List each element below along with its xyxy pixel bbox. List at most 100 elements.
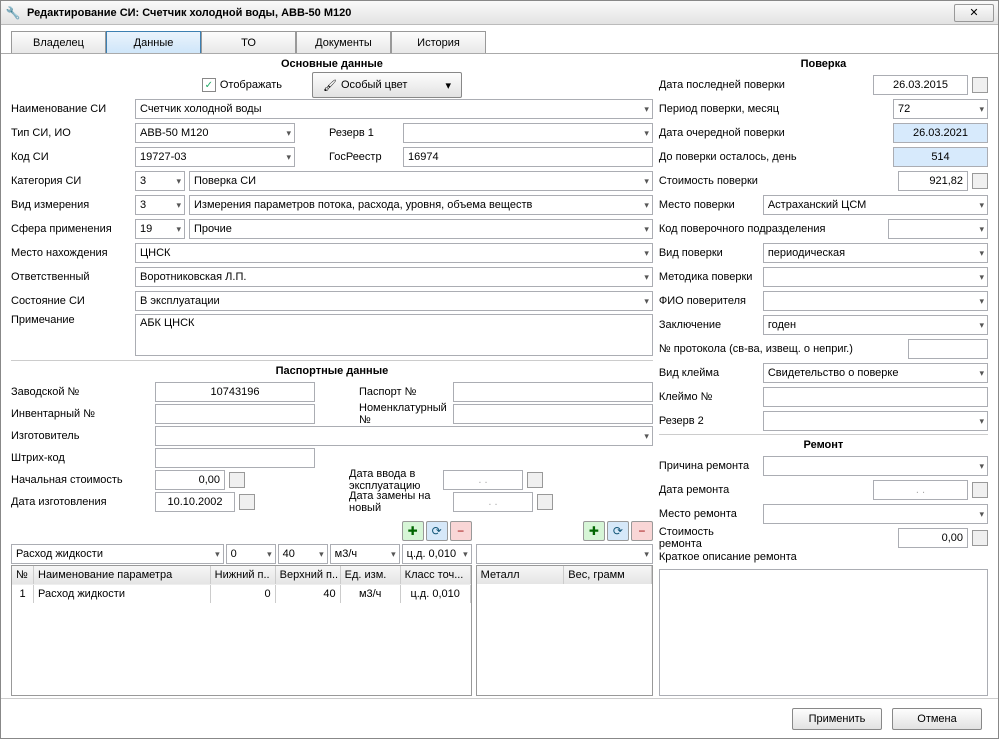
gos-input[interactable]: 16974 xyxy=(403,147,653,167)
right-pane: Поверка Дата последней поверки26.03.2015… xyxy=(659,56,988,696)
rcost-spin[interactable] xyxy=(972,530,988,546)
filter-name-select[interactable]: Расход жидкости xyxy=(11,544,224,564)
vcost-spin[interactable] xyxy=(972,173,988,189)
inv-label: Инвентарный № xyxy=(11,408,151,420)
code-label: Код СИ xyxy=(11,151,131,163)
last-input[interactable]: 26.03.2015 xyxy=(873,75,968,95)
gos-label: ГосРеестр xyxy=(299,151,399,163)
date-repl-picker[interactable] xyxy=(537,494,553,510)
vplace-label: Место поверки xyxy=(659,199,759,211)
code-select[interactable]: 19727-03 xyxy=(135,147,295,167)
type-select[interactable]: ABB-50 M120 xyxy=(135,123,295,143)
tab-history[interactable]: История xyxy=(391,31,486,53)
filter-high-select[interactable]: 40 xyxy=(278,544,328,564)
rdesc-textarea[interactable] xyxy=(659,569,988,696)
app-icon: 🔧 xyxy=(5,5,21,21)
col-name[interactable]: Наименование параметра xyxy=(34,566,211,584)
metal-select[interactable] xyxy=(476,544,653,564)
rreason-label: Причина ремонта xyxy=(659,460,759,472)
col-n[interactable]: № xyxy=(12,566,34,584)
col-high[interactable]: Верхний п.. xyxy=(276,566,341,584)
last-picker[interactable] xyxy=(972,77,988,93)
proto-input[interactable] xyxy=(908,339,988,359)
nomen-input[interactable] xyxy=(453,404,653,424)
rdate-input[interactable]: . . xyxy=(873,480,968,500)
resp-select[interactable]: Воротниковская Л.П. xyxy=(135,267,653,287)
metal-remove-button[interactable]: − xyxy=(631,521,653,541)
vtype-select[interactable]: периодическая xyxy=(763,243,988,263)
tab-docs[interactable]: Документы xyxy=(296,31,391,53)
col-weight[interactable]: Вес, грамм xyxy=(564,566,652,584)
initcost-spin[interactable] xyxy=(229,472,245,488)
person-select[interactable] xyxy=(763,291,988,311)
filter-low-select[interactable]: 0 xyxy=(226,544,276,564)
metal-refresh-button[interactable]: ⟳ xyxy=(607,521,629,541)
vplace-select[interactable]: Астраханский ЦСМ xyxy=(763,195,988,215)
dept-select[interactable] xyxy=(888,219,988,239)
brush-icon: 🖌 xyxy=(323,79,337,92)
col-unit[interactable]: Ед. изм. xyxy=(341,566,401,584)
method-select[interactable] xyxy=(763,267,988,287)
date-made-input[interactable]: 10.10.2002 xyxy=(155,492,235,512)
type-label: Тип СИ, ИО xyxy=(11,127,131,139)
inv-input[interactable] xyxy=(155,404,315,424)
scope-text-select[interactable]: Прочие xyxy=(189,219,653,239)
meas-label: Вид измерения xyxy=(11,199,131,211)
manuf-select[interactable] xyxy=(155,426,653,446)
param-add-button[interactable]: ✚ xyxy=(402,521,424,541)
tab-to[interactable]: ТО xyxy=(201,31,296,53)
filter-class-select[interactable]: ц.д. 0,010 xyxy=(402,544,472,564)
reserve2-select[interactable] xyxy=(763,411,988,431)
stamp-select[interactable]: Свидетельство о поверке xyxy=(763,363,988,383)
rplace-select[interactable] xyxy=(763,504,988,524)
stamp-label: Вид клейма xyxy=(659,367,759,379)
category-num-select[interactable]: 3 xyxy=(135,171,185,191)
name-select[interactable]: Счетчик холодной воды xyxy=(135,99,653,119)
meas-text-select[interactable]: Измерения параметров потока, расхода, ур… xyxy=(189,195,653,215)
titlebar: 🔧 Редактирование СИ: Счетчик холодной во… xyxy=(1,1,998,25)
passport-input[interactable] xyxy=(453,382,653,402)
location-select[interactable]: ЦНСК xyxy=(135,243,653,263)
main-section-title: Основные данные xyxy=(11,56,653,72)
param-refresh-button[interactable]: ⟳ xyxy=(426,521,448,541)
reserve1-select[interactable] xyxy=(403,123,653,143)
date-comm-picker[interactable] xyxy=(527,472,543,488)
state-select[interactable]: В эксплуатации xyxy=(135,291,653,311)
category-text-select[interactable]: Поверка СИ xyxy=(189,171,653,191)
date-made-picker[interactable] xyxy=(239,494,255,510)
apply-button[interactable]: Применить xyxy=(792,708,882,730)
col-cls[interactable]: Класс точ... xyxy=(401,566,471,584)
close-button[interactable]: ✕ xyxy=(954,4,994,22)
rcost-input[interactable]: 0,00 xyxy=(898,528,968,548)
rdate-picker[interactable] xyxy=(972,482,988,498)
barcode-input[interactable] xyxy=(155,448,315,468)
concl-select[interactable]: годен xyxy=(763,315,988,335)
date-repl-label: Дата замены на новый xyxy=(259,490,449,514)
tab-owner[interactable]: Владелец xyxy=(11,31,106,53)
rreason-select[interactable] xyxy=(763,456,988,476)
special-color-button[interactable]: 🖌 Особый цвет ▾ xyxy=(312,72,462,98)
col-metal[interactable]: Металл xyxy=(477,566,565,584)
rcost-label: Стоимость ремонта xyxy=(659,526,759,550)
cancel-button[interactable]: Отмена xyxy=(892,708,982,730)
col-low[interactable]: Нижний п.. xyxy=(211,566,276,584)
note-textarea[interactable]: АБК ЦНСК xyxy=(135,314,653,356)
date-repl-input[interactable]: . . xyxy=(453,492,533,512)
stampno-input[interactable] xyxy=(763,387,988,407)
param-remove-button[interactable]: − xyxy=(450,521,472,541)
vcost-input[interactable]: 921,82 xyxy=(898,171,968,191)
period-select[interactable]: 72 xyxy=(893,99,988,119)
factory-input[interactable]: 10743196 xyxy=(155,382,315,402)
filter-unit-select[interactable]: м3/ч xyxy=(330,544,400,564)
metal-table: Металл Вес, грамм xyxy=(476,565,653,696)
table-row[interactable]: 1 Расход жидкости 0 40 м3/ч ц.д. 0,010 xyxy=(12,584,471,603)
scope-num-select[interactable]: 19 xyxy=(135,219,185,239)
resp-label: Ответственный xyxy=(11,271,131,283)
display-checkbox[interactable]: ✓ xyxy=(202,78,216,92)
date-comm-input[interactable]: . . xyxy=(443,470,523,490)
metal-add-button[interactable]: ✚ xyxy=(583,521,605,541)
remain-label: До поверки осталось, день xyxy=(659,151,819,163)
meas-num-select[interactable]: 3 xyxy=(135,195,185,215)
initcost-input[interactable]: 0,00 xyxy=(155,470,225,490)
tab-data[interactable]: Данные xyxy=(106,31,201,53)
